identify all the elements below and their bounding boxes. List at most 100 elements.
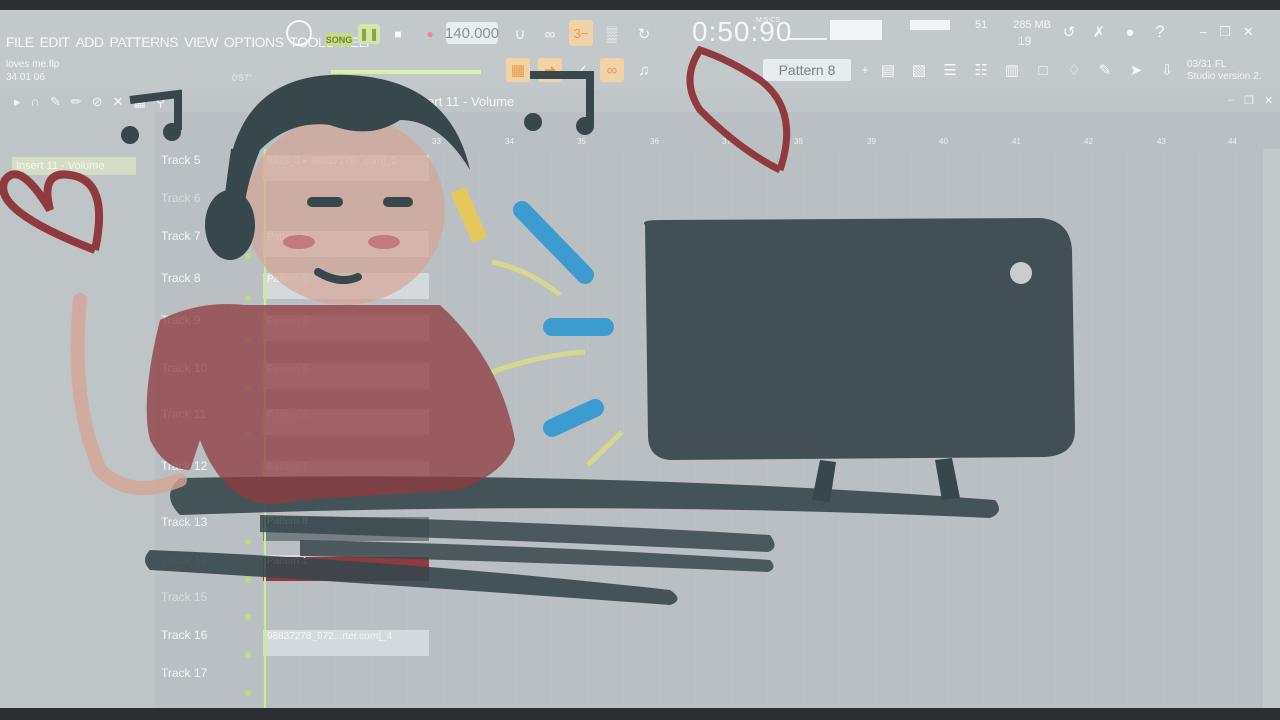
playlist-close-icon[interactable]: ✕ (1264, 94, 1273, 107)
master-volume-knob[interactable] (286, 20, 312, 46)
news-text: Studio version 2. (1187, 71, 1262, 82)
touch-keyboard-icon[interactable]: ➤ (1124, 58, 1148, 82)
zoom-icon[interactable]: ⚲ (156, 94, 166, 110)
track-enable-led[interactable] (245, 385, 251, 391)
maximize-icon[interactable]: ❐ (1219, 24, 1231, 40)
track-label[interactable]: Track 16 (161, 628, 207, 642)
arrow-icon[interactable]: ➜ (538, 58, 562, 82)
track-enable-led[interactable] (245, 483, 251, 489)
add-pattern-icon[interactable]: + (853, 58, 877, 82)
track-enable-led[interactable] (245, 577, 251, 583)
master-pitch-slider[interactable] (331, 70, 481, 74)
track-enable-led[interactable] (245, 177, 251, 183)
file-icon[interactable]: □ (1031, 58, 1055, 82)
bell-icon[interactable]: ♫ (632, 58, 656, 82)
metronome-icon[interactable]: ∪ (508, 22, 532, 46)
mute-icon[interactable]: ⊘ (92, 94, 103, 110)
track-enable-led[interactable] (245, 295, 251, 301)
menu-view[interactable]: VIEW (184, 34, 218, 50)
playlist-clip[interactable]: Pattern 8 (263, 516, 429, 541)
track-enable-led[interactable] (245, 431, 251, 437)
track-label[interactable]: Track 6 (161, 191, 201, 205)
playlist-clip[interactable]: 9833_2 ▸ 98837278...com]_2 (263, 155, 429, 181)
record-icon[interactable]: ● (420, 24, 440, 44)
pencil-tool-icon[interactable]: ✎ (50, 94, 61, 110)
pattern-selector[interactable]: Pattern 8 (763, 59, 851, 81)
loop-record-icon[interactable]: ↻ (632, 22, 656, 46)
track-label[interactable]: Track 17 (161, 666, 207, 680)
playlist-clip[interactable]: Pattern 6 (263, 409, 429, 435)
playlist-clip[interactable]: Pattern 3 (263, 273, 429, 299)
brush-icon[interactable]: ✏ (71, 94, 82, 110)
piano-roll-icon[interactable]: ▧ (907, 58, 931, 82)
magnet-icon[interactable]: ∩ (31, 94, 40, 110)
play-icon[interactable]: ❚❚ (358, 24, 380, 44)
track-label[interactable]: Track 12 (161, 459, 207, 473)
track-enable-led[interactable] (245, 253, 251, 259)
playlist-clip[interactable]: Pattern 1 (263, 555, 429, 581)
link-icon[interactable]: ∞ (600, 58, 624, 82)
playlist-icon[interactable]: ▤ (876, 58, 900, 82)
undo-icon[interactable]: ↺ (1057, 20, 1081, 44)
pencil-icon[interactable]: ✓ (570, 58, 594, 82)
track-label[interactable]: Track 7 (161, 229, 201, 243)
news-brand: FL (1214, 59, 1227, 70)
close-icon[interactable]: ✕ (1243, 24, 1254, 40)
song-mode-toggle[interactable]: SONG (325, 33, 353, 46)
speaker-icon[interactable]: ▮ (175, 94, 182, 110)
track-label[interactable]: Track 14 (161, 553, 207, 567)
timeline-ruler[interactable]: 33 34 35 36 37 38 39 40 41 42 43 44 (262, 131, 1262, 149)
news-panel[interactable]: 03/31 FL Studio version 2. (1187, 59, 1262, 83)
track-label[interactable]: Track 11 (161, 407, 206, 421)
track-label[interactable]: Track 10 (161, 361, 207, 375)
track-enable-led[interactable] (245, 652, 251, 658)
menu-edit[interactable]: EDIT (40, 34, 70, 50)
help-icon[interactable]: ? (1148, 20, 1172, 44)
track-label[interactable]: Track 15 (161, 590, 207, 604)
menu-options[interactable]: OPTIONS (224, 34, 284, 50)
playlist-clip[interactable]: 98837278_972...rter.com]_4 (263, 630, 429, 656)
microphone-icon[interactable]: ● (1118, 20, 1142, 44)
menu-file[interactable]: FILE (6, 34, 34, 50)
wait-input-icon[interactable]: ∞ (538, 22, 562, 46)
plugin-icon[interactable]: ♢ (1062, 58, 1086, 82)
track-label[interactable]: Track 9 (161, 313, 201, 327)
letterbox-top (0, 0, 1280, 10)
playlist-clip[interactable]: Pattern 4 (263, 315, 429, 341)
arrow-right-icon[interactable]: ▸ (14, 94, 21, 110)
playhead[interactable] (264, 149, 266, 708)
browser-icon[interactable]: ▥ (1000, 58, 1024, 82)
cpu-meter (910, 20, 950, 30)
minimize-icon[interactable]: – (1200, 24, 1207, 40)
track-enable-led[interactable] (245, 539, 251, 545)
clip-label: Pattern 4 (267, 316, 308, 327)
stop-icon[interactable]: ■ (390, 24, 406, 44)
step-edit-icon[interactable]: ▒ (600, 22, 624, 46)
track-enable-led[interactable] (245, 337, 251, 343)
track-enable-led[interactable] (245, 690, 251, 696)
insert-tag[interactable]: Insert 11 - Volume (12, 157, 136, 175)
tempo-display[interactable]: 140.000 (445, 22, 499, 44)
track-enable-led[interactable] (245, 614, 251, 620)
track-label[interactable]: Track 5 (161, 153, 201, 167)
slice-icon[interactable]: ✕ (113, 94, 124, 110)
playlist-clip[interactable]: Pattern 2 (263, 231, 429, 257)
track-label[interactable]: Track 8 (161, 271, 201, 285)
playlist-minimize-icon[interactable]: – (1228, 94, 1234, 107)
playlist-maximize-icon[interactable]: ❐ (1244, 94, 1254, 107)
playlist-clip[interactable]: Pattern 7 (263, 461, 429, 487)
download-icon[interactable]: ⇩ (1155, 58, 1179, 82)
menu-patterns[interactable]: PATTERNS (110, 34, 179, 50)
playlist-clip[interactable]: Pattern 5 (263, 363, 429, 389)
track-enable-led[interactable] (245, 215, 251, 221)
tools-icon[interactable]: ✗ (1087, 20, 1111, 44)
vertical-scrollbar[interactable] (1263, 149, 1280, 708)
track-label[interactable]: Track 13 (161, 515, 207, 529)
mixer-icon[interactable]: ☷ (969, 58, 993, 82)
countdown-icon[interactable]: 3− (569, 20, 593, 46)
channel-rack-icon[interactable]: ☰ (938, 58, 962, 82)
select-icon[interactable]: ▦ (134, 94, 146, 110)
snap-icon[interactable]: ▦ (506, 58, 530, 82)
performance-icon[interactable]: ✎ (1093, 58, 1117, 82)
menu-add[interactable]: ADD (75, 34, 104, 50)
